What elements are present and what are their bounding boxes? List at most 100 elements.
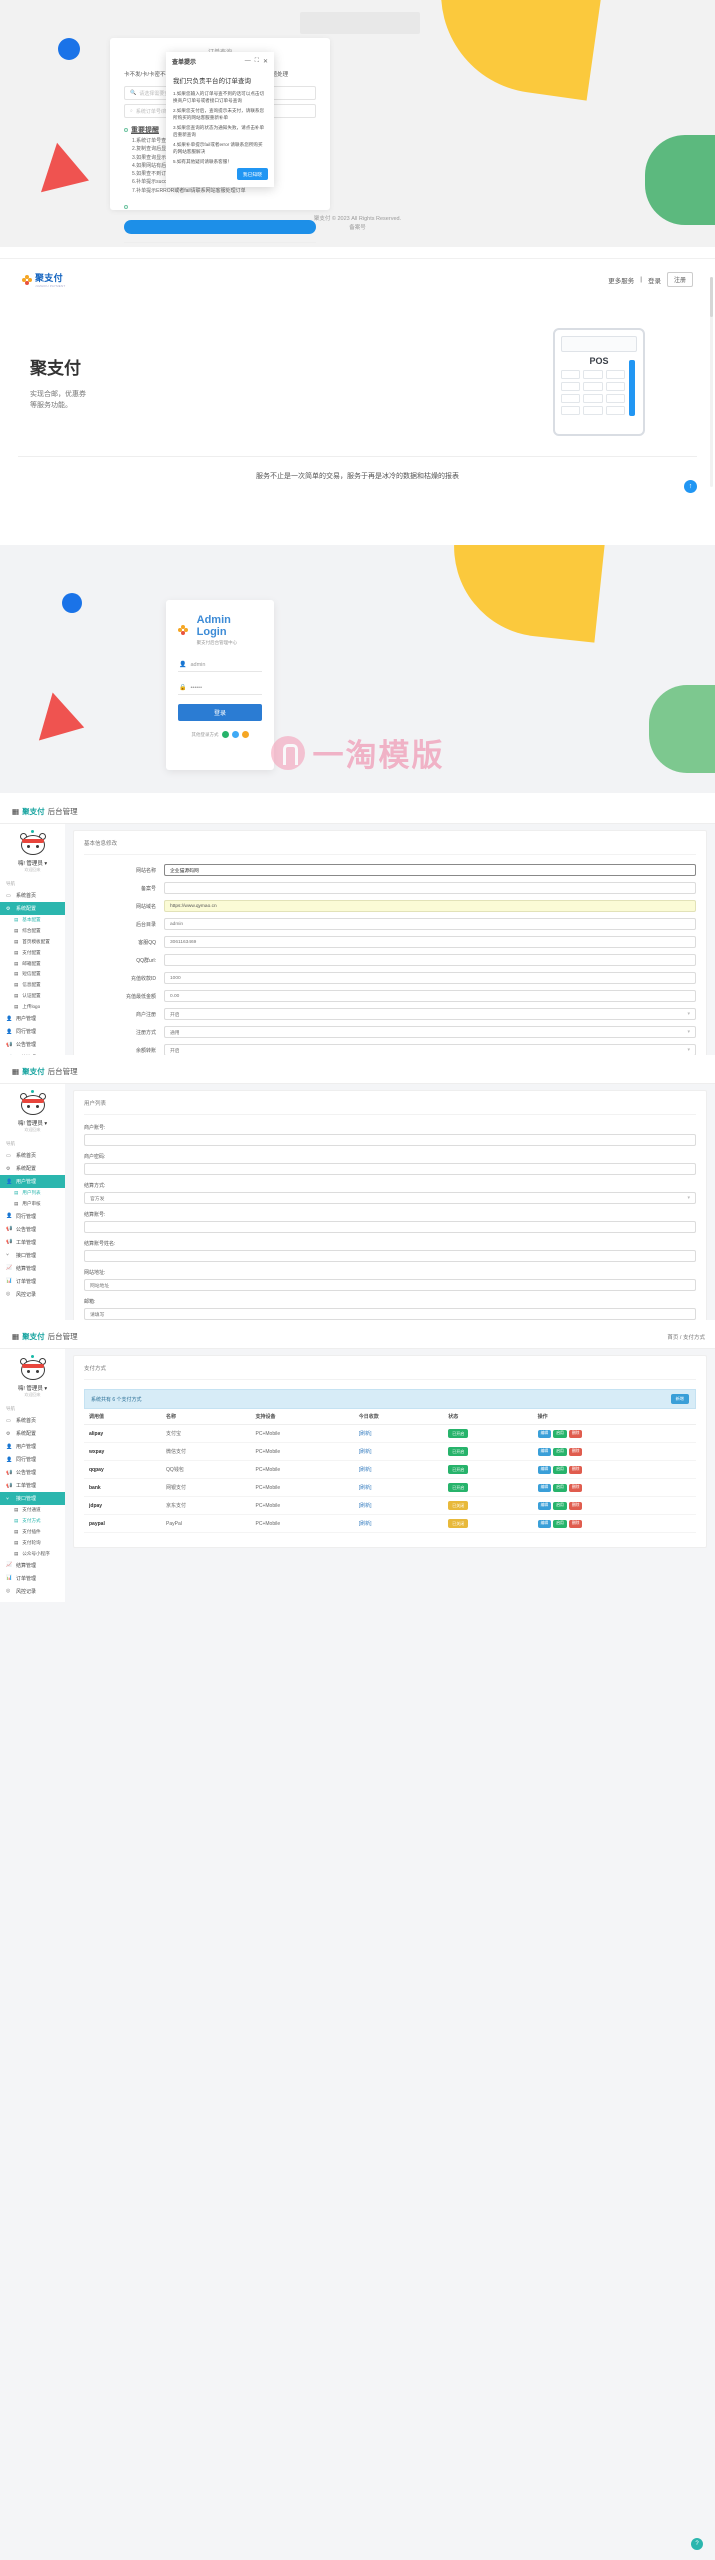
sidebar-item-user-mgmt[interactable]: 👤 用户管理 [0, 1440, 65, 1453]
delete-button[interactable]: 删除 [568, 1483, 583, 1492]
refresh-link[interactable]: [刷新] [359, 1449, 372, 1455]
edit-button[interactable]: 编辑 [537, 1447, 552, 1456]
edit-button[interactable]: 编辑 [537, 1465, 552, 1474]
sidebar-item-system-config[interactable]: ⚙ 系统配置 [0, 1162, 65, 1175]
sidebar-item-order-mgmt[interactable]: 📊 订单管理 [0, 1572, 65, 1585]
sidebar-item-peer-mgmt[interactable]: 👤 同行管理 [0, 1453, 65, 1466]
sidebar-item-user-mgmt[interactable]: 👤 用户管理 [0, 1012, 65, 1025]
sidebar-sub-basic-config[interactable]: ▤ 基本配置 [0, 915, 65, 926]
delete-button[interactable]: 删除 [568, 1429, 583, 1438]
username-field[interactable]: 👤 admin [178, 658, 262, 672]
sidebar-sub-upload-logo[interactable]: ▤ 上传logo [0, 1001, 65, 1012]
close-icon[interactable]: ✕ [263, 58, 268, 65]
sidebar-item-home[interactable]: ▭ 系统首页 [0, 889, 65, 902]
enable-button[interactable]: 启用 [553, 1501, 567, 1510]
maximize-icon[interactable]: ⛶ [255, 58, 259, 65]
register-mode-select[interactable]: 通用 ▾ [164, 1026, 696, 1038]
sidebar-item-system-config[interactable]: ⚙ 系统配置 [0, 1427, 65, 1440]
qq-group-url-input[interactable] [164, 954, 696, 966]
sidebar-sub-pay-channel[interactable]: ▤ 支付通道 [0, 1505, 65, 1516]
refresh-link[interactable]: [刷新] [359, 1467, 372, 1473]
sidebar-sub-mail-config[interactable]: ▤ 邮箱配置 [0, 958, 65, 969]
sidebar-sub-home-template[interactable]: ▤ 首页模板配置 [0, 937, 65, 948]
enable-button[interactable]: 启用 [553, 1483, 567, 1492]
refresh-link[interactable]: [刷新] [359, 1503, 372, 1509]
refresh-link[interactable]: [刷新] [359, 1431, 372, 1437]
merchant-register-select[interactable]: 开启 ▾ [164, 1008, 696, 1020]
merchant-account-input[interactable] [84, 1134, 696, 1146]
sidebar-item-notice-mgmt[interactable]: 📢 公告管理 [0, 1038, 65, 1051]
sidebar-sub-pay-polling[interactable]: ▤ 支付轮询 [0, 1537, 65, 1548]
admin-dir-input[interactable]: admin [164, 918, 696, 930]
sidebar-item-notice-mgmt[interactable]: 📢 公告管理 [0, 1466, 65, 1479]
edit-button[interactable]: 编辑 [537, 1429, 552, 1438]
min-recharge-input[interactable]: 0.00 [164, 990, 696, 1002]
enable-button[interactable]: 启用 [553, 1519, 567, 1528]
email-input[interactable]: 请填写 [84, 1308, 696, 1320]
sidebar-sub-pay-method[interactable]: ▤ 支付方式 [0, 1516, 65, 1527]
sidebar-item-interface-mgmt[interactable]: ⑂ 接口管理 [0, 1492, 65, 1505]
sidebar-item-order-mgmt[interactable]: 📊 订单管理 [0, 1275, 65, 1288]
sidebar-sub-pay-config[interactable]: ▤ 支付配置 [0, 947, 65, 958]
delete-button[interactable]: 删除 [568, 1519, 583, 1528]
sidebar-item-home[interactable]: ▭ 系统首页 [0, 1149, 65, 1162]
sidebar-item-ticket-mgmt[interactable]: 📢工单管理 [0, 1051, 65, 1056]
help-fab-button[interactable]: ? [691, 2538, 703, 2550]
sidebar-sub-auth-config[interactable]: ▤ 认证配置 [0, 990, 65, 1001]
password-field[interactable]: 🔒 •••••• [178, 681, 262, 695]
sidebar-sub-user-review[interactable]: ▤ 用户审核 [0, 1199, 65, 1210]
sidebar-item-settlement-mgmt[interactable]: 📈 结算管理 [0, 1559, 65, 1572]
sidebar-sub-pay-plugin[interactable]: ▤ 支付插件 [0, 1527, 65, 1538]
enable-button[interactable]: 启用 [553, 1465, 567, 1474]
sidebar-item-home[interactable]: ▭ 系统首页 [0, 1414, 65, 1427]
delete-button[interactable]: 删除 [568, 1465, 583, 1474]
sidebar-item-peer-mgmt[interactable]: 👤 同行管理 [0, 1025, 65, 1038]
sidebar-item-interface-mgmt[interactable]: ⑂ 接口管理 [0, 1249, 65, 1262]
user-name[interactable]: 嗨! 管理员 ▾ [18, 859, 47, 867]
login-button[interactable]: 登录 [178, 704, 262, 721]
settlement-mode-select[interactable]: 官方发 ▾ [84, 1192, 696, 1204]
enable-button[interactable]: 启用 [553, 1429, 567, 1438]
user-name[interactable]: 嗨! 管理员 ▾ [18, 1384, 47, 1392]
sidebar-item-settlement-mgmt[interactable]: 📈 结算管理 [0, 1262, 65, 1275]
balance-transfer-select[interactable]: 开启 ▾ [164, 1044, 696, 1055]
edit-button[interactable]: 编辑 [537, 1483, 552, 1492]
sidebar-sub-mp-miniprogram[interactable]: ▤ 公众号小程序 [0, 1548, 65, 1559]
delete-button[interactable]: 删除 [568, 1447, 583, 1456]
brand-logo[interactable]: 聚支付 JUZHIFU PAYMENT [22, 271, 65, 288]
refresh-link[interactable]: [刷新] [359, 1521, 372, 1527]
user-name[interactable]: 嗨! 管理员 ▾ [18, 1119, 47, 1127]
delete-button[interactable]: 删除 [568, 1501, 583, 1510]
add-payment-method-button[interactable]: 新增 [670, 1394, 689, 1404]
sidebar-sub-sms-config[interactable]: ▤ 短信配置 [0, 969, 65, 980]
settlement-name-input[interactable] [84, 1250, 696, 1262]
sidebar-item-user-mgmt[interactable]: 👤 用户管理 [0, 1175, 65, 1188]
settlement-account-input[interactable] [84, 1221, 696, 1233]
nav-login-link[interactable]: 登录 [648, 275, 661, 285]
sidebar-sub-info-config[interactable]: ▤ 信息配置 [0, 980, 65, 991]
sidebar-sub-user-list[interactable]: ▤ 用户列表 [0, 1188, 65, 1199]
site-name-input[interactable]: 企业猫源码网 [164, 864, 696, 876]
sidebar-item-notice-mgmt[interactable]: 📢 公告管理 [0, 1223, 65, 1236]
icp-input[interactable] [164, 882, 696, 894]
modal-confirm-button[interactable]: 我已知晓 [236, 168, 268, 180]
recharge-id-input[interactable]: 1000 [164, 972, 696, 984]
sidebar-item-peer-mgmt[interactable]: 👤 同行管理 [0, 1210, 65, 1223]
merchant-password-input[interactable] [84, 1163, 696, 1175]
enable-button[interactable]: 启用 [553, 1447, 567, 1456]
sidebar-item-ticket-mgmt[interactable]: 📢工单管理 [0, 1479, 65, 1492]
minimize-icon[interactable]: — [245, 58, 251, 65]
sidebar-item-system-config[interactable]: ⚙ 系统配置 [0, 902, 65, 915]
sidebar-item-risk-log[interactable]: ◎ 风控记录 [0, 1585, 65, 1598]
service-qq-input[interactable]: 3061163469 [164, 936, 696, 948]
refresh-link[interactable]: [刷新] [359, 1485, 372, 1491]
scrollbar[interactable] [710, 277, 713, 487]
domain-input[interactable]: https://www.qymao.cn [164, 900, 696, 912]
nav-register-button[interactable]: 注册 [666, 272, 693, 287]
website-url-input[interactable]: 网站地址 [84, 1279, 696, 1291]
sidebar-sub-general-config[interactable]: ▤ 综合配置 [0, 926, 65, 937]
edit-button[interactable]: 编辑 [537, 1501, 552, 1510]
nav-more-services[interactable]: 更多服务 [608, 275, 634, 285]
back-to-top-button[interactable]: ↑ [684, 480, 697, 493]
sidebar-item-ticket-mgmt[interactable]: 📢工单管理 [0, 1236, 65, 1249]
